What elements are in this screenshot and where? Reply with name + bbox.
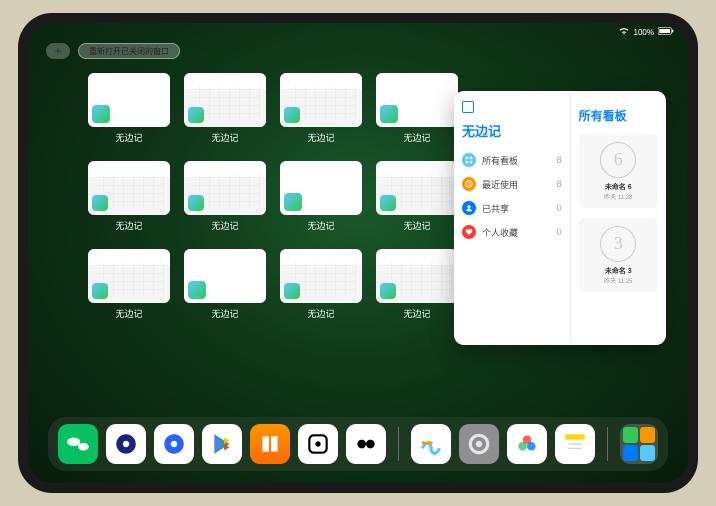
- window-thumb[interactable]: 无边记: [376, 161, 458, 239]
- sidebar-item-label: 所有看板: [482, 154, 518, 167]
- window-thumb[interactable]: 无边记: [184, 73, 266, 151]
- window-label: 无边记: [280, 131, 362, 144]
- window-label: 无边记: [376, 307, 458, 320]
- window-thumb[interactable]: 无边记: [88, 249, 170, 327]
- window-thumb[interactable]: 无边记: [88, 161, 170, 239]
- heart-icon: [462, 225, 476, 239]
- sidebar-toggle-icon[interactable]: [462, 101, 474, 113]
- freeform-panel[interactable]: 无边记 所有看板8最近使用8已共享0个人收藏0 所有看板 6未命名 6昨天 11…: [454, 91, 666, 345]
- dock-dice-icon[interactable]: [298, 424, 338, 464]
- dock-play-store-icon[interactable]: [202, 424, 242, 464]
- panel-sidebar: 无边记 所有看板 8 最近使用 8 已共享 0 个人收藏 0: [454, 91, 571, 345]
- dock-freeform-icon[interactable]: [411, 424, 451, 464]
- board-name: 未命名 3: [605, 266, 632, 276]
- window-label: 无边记: [280, 307, 362, 320]
- person-icon: [462, 201, 476, 215]
- window-card: [376, 161, 458, 215]
- window-thumb[interactable]: 无边记: [280, 161, 362, 239]
- window-label: 无边记: [376, 131, 458, 144]
- board-sketch: 6: [600, 142, 636, 178]
- add-button[interactable]: +: [46, 43, 70, 59]
- board-sketch: 3: [600, 226, 636, 262]
- window-card: [280, 161, 362, 215]
- reopen-closed-windows-button[interactable]: 重新打开已关闭的窗口: [78, 43, 180, 59]
- window-card: [184, 161, 266, 215]
- dock-settings-icon[interactable]: [459, 424, 499, 464]
- sidebar-item[interactable]: 个人收藏 0: [462, 220, 562, 244]
- window-card: [184, 73, 266, 127]
- status-bar: 100%: [28, 23, 688, 39]
- window-label: 无边记: [184, 307, 266, 320]
- top-bar: + 重新打开已关闭的窗口: [46, 43, 180, 59]
- sidebar-item[interactable]: 已共享 0: [462, 196, 562, 220]
- window-label: 无边记: [376, 219, 458, 232]
- board-time: 昨天 11:25: [604, 276, 632, 285]
- window-thumb[interactable]: 无边记: [376, 249, 458, 327]
- dock-quark-icon[interactable]: [154, 424, 194, 464]
- dock-notes-icon[interactable]: [555, 424, 595, 464]
- window-card: [280, 73, 362, 127]
- screen: 100% + 重新打开已关闭的窗口 无边记无边记无边记无边记无边记无边记无边记无…: [28, 23, 688, 483]
- sidebar-item-count: 0: [557, 227, 562, 237]
- panel-right-title: 所有看板: [579, 107, 658, 124]
- dock-vision-icon[interactable]: [346, 424, 386, 464]
- dock-app-library[interactable]: [620, 424, 658, 464]
- dock-wechat-icon[interactable]: [58, 424, 98, 464]
- window-thumb[interactable]: 无边记: [280, 73, 362, 151]
- board-name: 未命名 6: [605, 182, 632, 192]
- sidebar-item-label: 已共享: [482, 202, 509, 215]
- grid-icon: [462, 153, 476, 167]
- clock-icon: [462, 177, 476, 191]
- sidebar-item[interactable]: 最近使用 8: [462, 172, 562, 196]
- sidebar-item-count: 8: [557, 179, 562, 189]
- wifi-icon: [618, 27, 630, 38]
- window-card: [88, 161, 170, 215]
- board-time: 昨天 11:28: [604, 192, 632, 201]
- dock-photos-icon[interactable]: [507, 424, 547, 464]
- window-label: 无边记: [88, 219, 170, 232]
- window-label: 无边记: [184, 131, 266, 144]
- window-card: [280, 249, 362, 303]
- board-card[interactable]: 6 未命名 6昨天 11:28: [579, 134, 658, 208]
- window-card: [376, 249, 458, 303]
- battery-text: 100%: [634, 28, 654, 37]
- window-label: 无边记: [280, 219, 362, 232]
- panel-content: 所有看板 6 未命名 6昨天 11:28 3 未命名 3昨天 11:25: [571, 91, 666, 345]
- dock-separator: [607, 427, 608, 461]
- dock-quark-hd-icon[interactable]: [106, 424, 146, 464]
- panel-left-title: 无边记: [462, 121, 562, 140]
- sidebar-item[interactable]: 所有看板 8: [462, 148, 562, 172]
- ipad-frame: 100% + 重新打开已关闭的窗口 无边记无边记无边记无边记无边记无边记无边记无…: [18, 13, 698, 493]
- dock: [48, 417, 668, 471]
- window-thumb[interactable]: 无边记: [88, 73, 170, 151]
- window-thumb[interactable]: 无边记: [184, 161, 266, 239]
- window-label: 无边记: [184, 219, 266, 232]
- battery-icon: [658, 27, 674, 37]
- dock-books-icon[interactable]: [250, 424, 290, 464]
- window-card: [184, 249, 266, 303]
- window-thumb[interactable]: 无边记: [184, 249, 266, 327]
- window-card: [88, 73, 170, 127]
- window-thumb[interactable]: 无边记: [280, 249, 362, 327]
- board-card[interactable]: 3 未命名 3昨天 11:25: [579, 218, 658, 292]
- window-label: 无边记: [88, 307, 170, 320]
- window-thumb[interactable]: 无边记: [376, 73, 458, 151]
- sidebar-item-label: 最近使用: [482, 178, 518, 191]
- sidebar-item-count: 8: [557, 155, 562, 165]
- window-card: [376, 73, 458, 127]
- dock-separator: [398, 427, 399, 461]
- sidebar-item-count: 0: [557, 203, 562, 213]
- window-label: 无边记: [88, 131, 170, 144]
- windows-grid: 无边记无边记无边记无边记无边记无边记无边记无边记无边记无边记无边记无边记: [88, 73, 458, 327]
- sidebar-item-label: 个人收藏: [482, 226, 518, 239]
- window-card: [88, 249, 170, 303]
